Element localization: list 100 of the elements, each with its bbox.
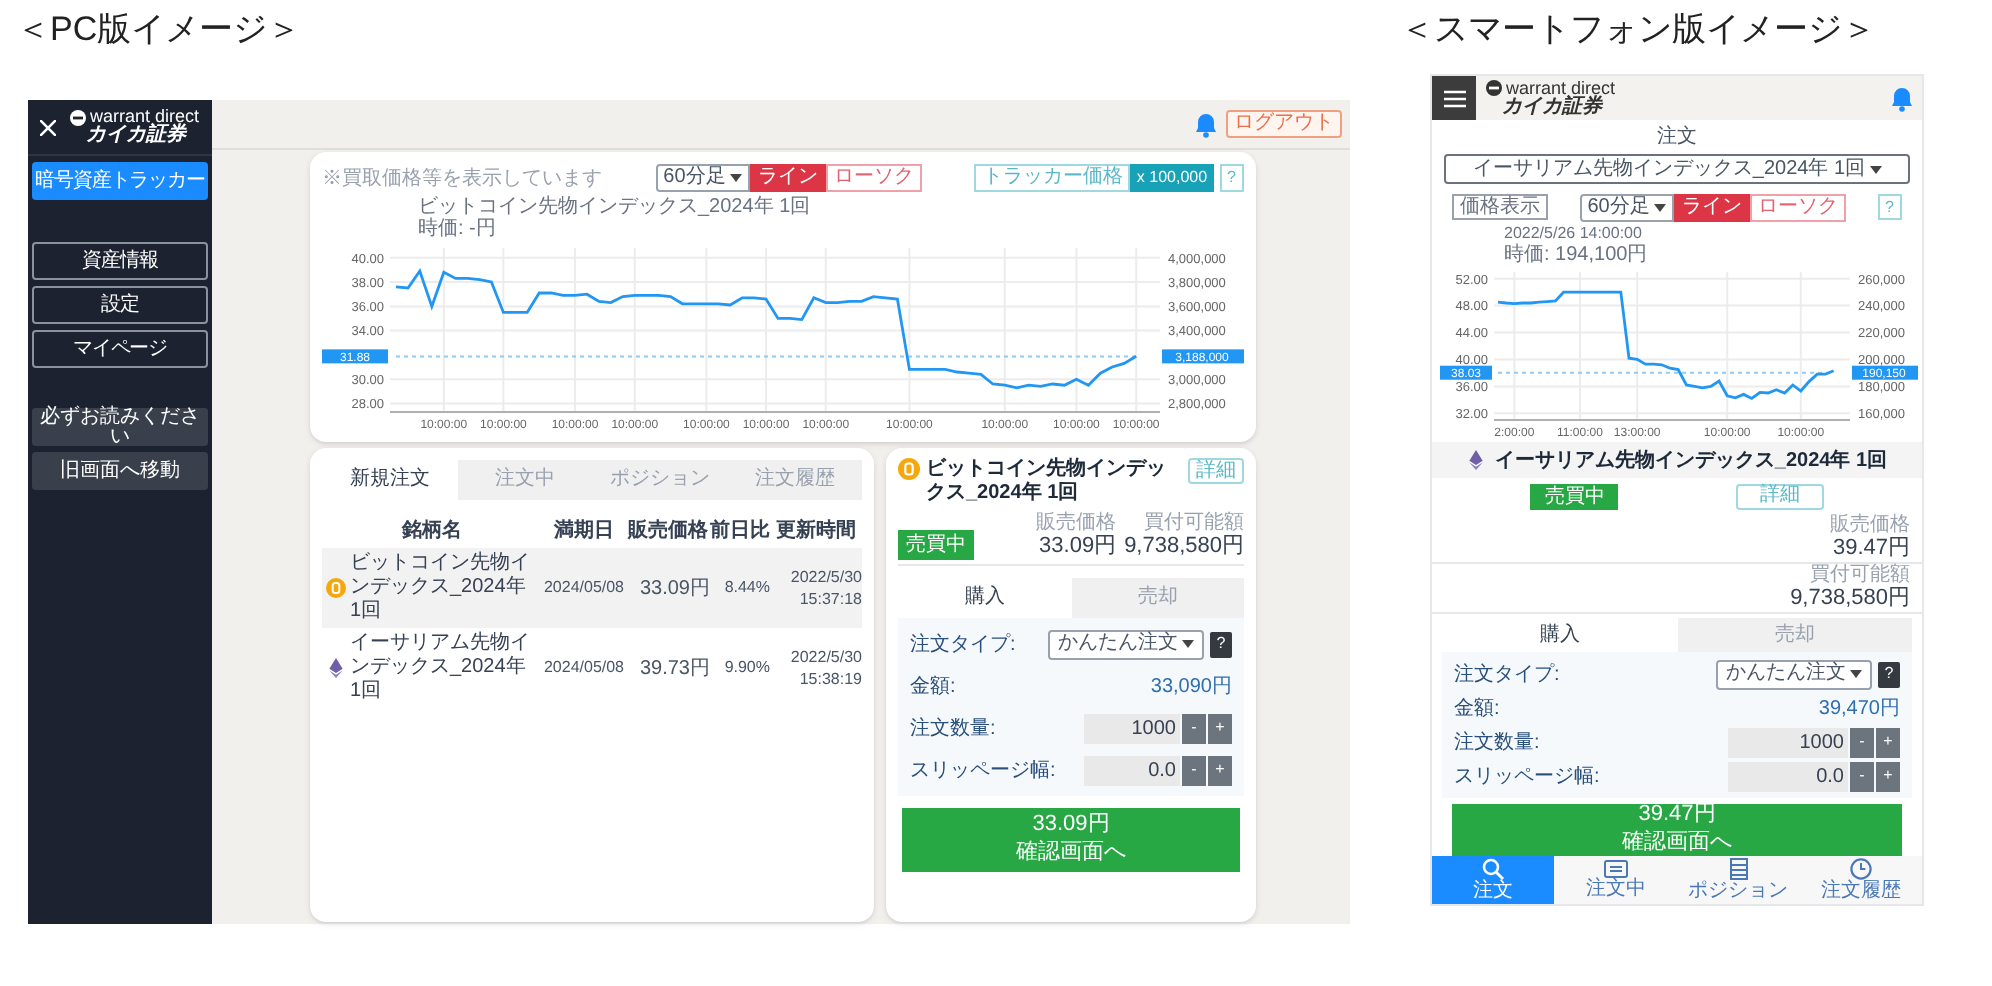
product-title: イーサリアム先物インデックス_2024年 1回 [1494, 447, 1888, 475]
clock-icon [1849, 858, 1872, 880]
field-label: スリッページ幅: [910, 757, 1056, 785]
field-label: 注文数量: [910, 715, 996, 743]
plus-button[interactable]: + [1876, 761, 1900, 791]
nav-tab[interactable]: 注文 [1432, 856, 1555, 904]
caret-icon [1653, 203, 1666, 211]
column-header: 更新時間 [774, 516, 858, 545]
section-caption: ＜スマートフォン版イメージ＞ [1400, 10, 1876, 48]
chart-title: 2022/5/26 14:00:00 [1504, 222, 1644, 243]
search-icon [1482, 858, 1505, 880]
product-name: ビットコイン先物インデックス_2024年 1回 [350, 552, 532, 624]
brand-name: warrant direct [1506, 79, 1616, 97]
table-cell-text: 2022/5/30 15:38:19 [788, 646, 862, 690]
confirm-button[interactable]: 33.09円 確認画面へ [902, 808, 1240, 872]
column-header: 満期日 [552, 517, 616, 545]
minus-button[interactable]: - [1182, 713, 1206, 743]
detail-button[interactable]: 詳細 [1188, 458, 1244, 484]
sidebar-item[interactable]: マイページ [32, 330, 208, 368]
available-value: 9,738,580円 [1790, 586, 1910, 612]
plus-button[interactable]: + [1208, 713, 1232, 743]
caret-icon [729, 174, 742, 182]
price-label: 販売価格 [1036, 512, 1117, 534]
chart-type-toggle[interactable]: ローソク [1749, 193, 1846, 221]
minus-button[interactable]: - [1850, 727, 1874, 757]
column-header: 前日比 [710, 517, 770, 545]
number-field[interactable]: 1000 [1084, 713, 1180, 743]
table-cell-text: 33.09円 [637, 575, 710, 603]
product-name: イーサリアム先物インデックス_2024年 1回 [350, 632, 532, 704]
help-button[interactable]: ? [1878, 661, 1900, 687]
logo-icon [70, 109, 86, 125]
price-value: 33.09円 [1039, 534, 1117, 560]
number-field[interactable]: 0.0 [1728, 761, 1848, 791]
field-label: 注文タイプ: [910, 631, 1016, 659]
chart-type-toggle[interactable]: ライン [749, 164, 826, 192]
table-row[interactable]: ビットコイン先物インデックス_2024年 1回 2024/05/08 33.09円 8.44% 2022/5/30 15:37:18 [322, 548, 862, 628]
chart-type-toggle[interactable]: ライン [1673, 193, 1750, 221]
chart-subtitle: 時価: 194,100円 [1504, 244, 1650, 266]
table-cell-text: 39.73円 [637, 655, 710, 683]
sidebar-item[interactable]: 資産情報 [32, 242, 208, 280]
available-value: 9,738,580円 [1124, 534, 1244, 560]
section-caption: ＜PC版イメージ＞ [16, 10, 302, 48]
field-label: 注文タイプ: [1454, 661, 1560, 689]
column-header: 銘柄名 [399, 517, 464, 545]
order-type-dropdown[interactable]: かんたん注文 [1048, 629, 1204, 659]
table-cell: 2024/05/08 [542, 656, 626, 680]
nav-tab[interactable]: 注文履歴 [1799, 856, 1922, 904]
interval-dropdown[interactable]: 60分足 [1579, 193, 1674, 221]
chart-note: ※買取価格等を表示しています [322, 165, 602, 193]
column-header: 販売価格 [626, 517, 710, 545]
table-cell-text: 2022/5/30 15:37:18 [788, 566, 862, 610]
coin-icon [326, 578, 346, 598]
help-button[interactable]: ? [1210, 631, 1232, 657]
logout-button[interactable]: ログアウト [1226, 110, 1342, 138]
price-label: 販売価格 [1830, 514, 1910, 536]
sidebar-link[interactable]: 旧画面へ移動 [32, 452, 208, 490]
multiplier-button[interactable]: x 100,000 [1130, 164, 1214, 192]
nav-tab[interactable]: 注文中 [1554, 856, 1677, 904]
caret-icon [1850, 670, 1862, 678]
detail-button[interactable]: 詳細 [1735, 483, 1824, 509]
diamond-icon [326, 658, 346, 678]
interval-dropdown[interactable]: 60分足 [655, 164, 750, 192]
logo-icon [1486, 80, 1502, 96]
brand-subtitle: カイカ証券 [1500, 97, 1605, 117]
sidebar-link[interactable]: 必ずお読みください [32, 408, 208, 446]
available-label: 買付可能額 [1144, 512, 1244, 534]
table-cell: 2024/05/08 [542, 576, 626, 600]
caret-icon [1182, 640, 1194, 648]
close-icon [40, 119, 56, 135]
sidebar-item[interactable]: 設定 [32, 286, 208, 324]
sidebar-item[interactable]: 暗号資産トラッカー [32, 162, 208, 200]
menu-icon [1443, 89, 1465, 107]
status-badge: 売買中 [1530, 483, 1619, 509]
menu-button[interactable] [1432, 76, 1476, 120]
product-dropdown[interactable]: イーサリアム先物インデックス_2024年 1回 [1444, 154, 1910, 184]
minus-button[interactable]: - [1182, 755, 1206, 785]
price-display-button[interactable]: 価格表示 [1452, 194, 1548, 220]
status-badge: 売買中 [898, 530, 974, 560]
field-label: 金額: [1454, 695, 1500, 723]
table-cell-text: 9.90% [722, 656, 770, 680]
field-label: 注文数量: [1454, 729, 1540, 757]
product-title: ビットコイン先物インデックス_2024年 1回 [926, 458, 1168, 506]
minus-button[interactable]: - [1850, 761, 1874, 791]
plus-button[interactable]: + [1876, 727, 1900, 757]
order-type-dropdown[interactable]: かんたん注文 [1716, 659, 1872, 689]
card-icon [1603, 860, 1628, 878]
amount-value: 33,090円 [1150, 673, 1232, 701]
bell-icon [1194, 111, 1218, 137]
brand-subtitle: カイカ証券 [84, 126, 189, 146]
amount-value: 39,470円 [1818, 695, 1900, 723]
number-field[interactable]: 0.0 [1084, 755, 1180, 785]
nav-tab[interactable]: ポジション [1677, 856, 1800, 904]
plus-button[interactable]: + [1208, 755, 1232, 785]
table-cell-text: 8.44% [722, 576, 770, 600]
section-title: 注文 [1657, 123, 1697, 152]
price-value: 39.47円 [1832, 536, 1910, 562]
number-field[interactable]: 1000 [1728, 727, 1848, 757]
chart-title: ビットコイン先物インデックス_2024年 1回 [418, 196, 813, 218]
list-icon [1729, 858, 1748, 880]
chart-type-toggle[interactable]: ローソク [825, 164, 922, 192]
